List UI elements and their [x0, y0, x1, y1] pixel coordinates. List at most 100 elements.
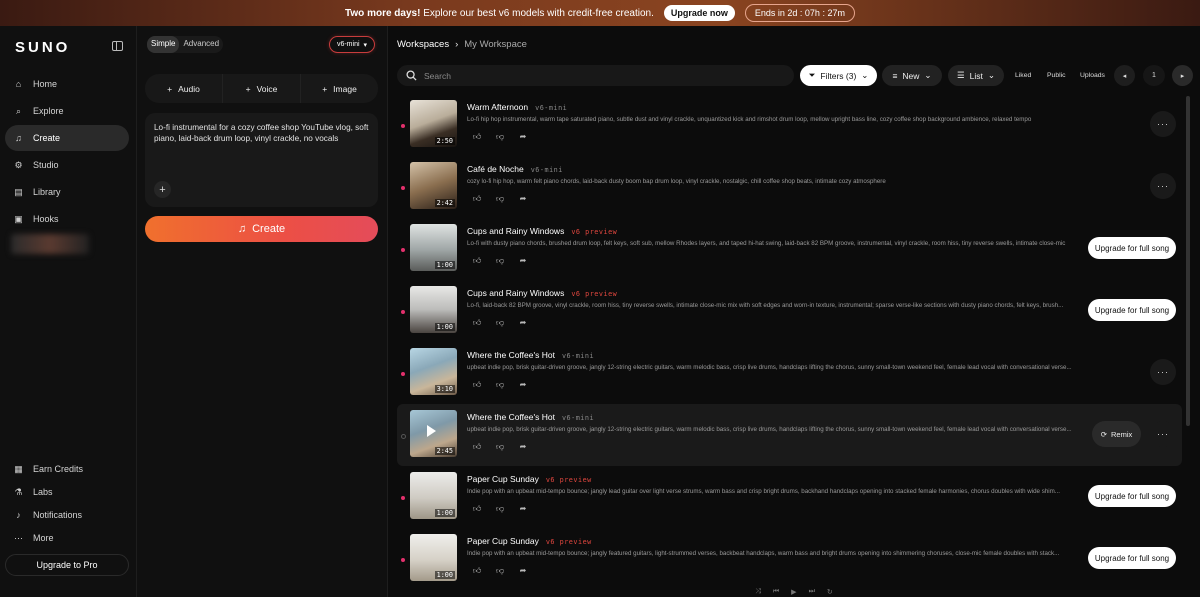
song-row[interactable]: 1:00 Paper Cup Sunday v6 preview Indie po… — [397, 528, 1182, 588]
song-actions: 👍︎ 👎︎ ➦ — [471, 566, 529, 576]
thumbs-down-icon[interactable]: 👎︎ — [494, 318, 506, 328]
more-options-button[interactable]: ··· — [1150, 359, 1176, 385]
create-button[interactable]: ♫ Create — [145, 216, 378, 242]
filters-button[interactable]: ⏷ Filters (3) ⌄ — [800, 65, 877, 86]
share-icon[interactable]: ➦ — [517, 132, 529, 142]
sidebar-item-library[interactable]: ▤ Library — [5, 179, 129, 205]
tab-audio[interactable]: + Audio — [145, 74, 223, 103]
prev-page-button[interactable]: ◂ — [1114, 65, 1135, 86]
song-cover[interactable]: 2:45 — [410, 410, 457, 457]
crumb-workspaces[interactable]: Workspaces — [397, 39, 449, 50]
thumbs-up-icon[interactable]: 👍︎ — [471, 318, 483, 328]
upgrade-to-pro-button[interactable]: Upgrade to Pro — [5, 554, 129, 576]
more-options-button[interactable]: ··· — [1150, 421, 1176, 447]
more-options-button[interactable]: ··· — [1150, 173, 1176, 199]
thumbs-down-icon[interactable]: 👎︎ — [494, 256, 506, 266]
next-icon[interactable]: ⏭ — [809, 588, 815, 597]
thumbs-down-icon[interactable]: 👎︎ — [494, 132, 506, 142]
next-page-button[interactable]: ▸ — [1172, 65, 1193, 86]
song-row[interactable]: 1:00 Cups and Rainy Windows v6 preview Lo… — [397, 280, 1182, 342]
repeat-icon[interactable]: ↻ — [827, 588, 833, 597]
sidebar-item-explore[interactable]: ⌕ Explore — [5, 98, 129, 124]
song-cover[interactable]: 1:00 — [410, 286, 457, 333]
play-icon[interactable] — [427, 425, 436, 437]
song-title[interactable]: Cups and Rainy Windows — [467, 226, 564, 236]
toggle-liked[interactable]: Liked — [1015, 65, 1031, 86]
song-row[interactable]: 1:00 Cups and Rainy Windows v6 preview Lo… — [397, 218, 1182, 280]
view-button[interactable]: ☰ List ⌄ — [948, 65, 1004, 86]
thumbs-up-icon[interactable]: 👍︎ — [471, 566, 483, 576]
sidebar-item-studio[interactable]: ⚙ Studio — [5, 152, 129, 178]
mode-simple[interactable]: Simple — [147, 36, 180, 53]
sort-button[interactable]: ≡ New ⌄ — [882, 65, 942, 86]
sidebar-toggle-icon[interactable] — [112, 41, 123, 51]
song-title[interactable]: Where the Coffee's Hot — [467, 350, 555, 360]
song-title[interactable]: Where the Coffee's Hot — [467, 412, 555, 422]
song-cover[interactable]: 1:00 — [410, 224, 457, 271]
share-icon[interactable]: ➦ — [517, 194, 529, 204]
song-row[interactable]: 2:42 Café de Noche v6-mini cozy lo-fi hip… — [397, 156, 1182, 218]
thumbs-up-icon[interactable]: 👍︎ — [471, 194, 483, 204]
share-icon[interactable]: ➦ — [517, 566, 529, 576]
tab-voice[interactable]: + Voice — [223, 74, 301, 103]
workspace-panel: Workspaces › My Workspace Search ⏷ Filter… — [388, 26, 1200, 597]
share-icon[interactable]: ➦ — [517, 504, 529, 514]
song-title[interactable]: Café de Noche — [467, 164, 524, 174]
song-cover[interactable]: 2:42 — [410, 162, 457, 209]
more-options-button[interactable]: ··· — [1150, 111, 1176, 137]
sidebar-item-home[interactable]: ⌂ Home — [5, 71, 129, 97]
thumbs-up-icon[interactable]: 👍︎ — [471, 504, 483, 514]
toggle-uploads[interactable]: Uploads — [1080, 65, 1105, 86]
song-description: Lo-fi with dusty piano chords, brushed d… — [467, 240, 1066, 247]
play-icon[interactable]: ▶ — [791, 588, 796, 597]
shuffle-icon[interactable]: ⤨ — [755, 588, 761, 597]
song-title[interactable]: Cups and Rainy Windows — [467, 288, 564, 298]
thumbs-down-icon[interactable]: 👎︎ — [494, 566, 506, 576]
song-cover[interactable]: 3:10 — [410, 348, 457, 395]
thumbs-down-icon[interactable]: 👎︎ — [494, 194, 506, 204]
thumbs-down-icon[interactable]: 👎︎ — [494, 442, 506, 452]
song-row[interactable]: 2:45 Where the Coffee's Hot v6-mini upbea… — [397, 404, 1182, 466]
prompt-input[interactable]: Lo-fi instrumental for a cozy coffee sho… — [145, 113, 378, 207]
sidebar-item-more[interactable]: ⋯ More — [5, 525, 129, 551]
share-icon[interactable]: ➦ — [517, 442, 529, 452]
share-icon[interactable]: ➦ — [517, 380, 529, 390]
sidebar-item-create[interactable]: ♫ Create — [5, 125, 129, 151]
suno-logo[interactable]: SUNO — [15, 39, 70, 56]
search-input[interactable]: Search — [397, 65, 794, 86]
song-cover[interactable]: 1:00 — [410, 534, 457, 581]
share-icon[interactable]: ➦ — [517, 318, 529, 328]
sidebar-item-label: Earn Credits — [33, 464, 84, 474]
song-cover[interactable]: 1:00 — [410, 472, 457, 519]
song-cover[interactable]: 2:50 — [410, 100, 457, 147]
thumbs-up-icon[interactable]: 👍︎ — [471, 256, 483, 266]
sidebar-item-hooks[interactable]: ▣ Hooks — [5, 206, 129, 232]
song-row[interactable]: 2:50 Warm Afternoon v6-mini Lo-fi hip hop… — [397, 94, 1182, 156]
thumbs-down-icon[interactable]: 👎︎ — [494, 380, 506, 390]
upgrade-now-button[interactable]: Upgrade now — [663, 5, 735, 21]
upgrade-full-song-button[interactable]: Upgrade for full song — [1088, 237, 1176, 259]
thumbs-up-icon[interactable]: 👍︎ — [471, 380, 483, 390]
thumbs-down-icon[interactable]: 👎︎ — [494, 504, 506, 514]
upgrade-full-song-button[interactable]: Upgrade for full song — [1088, 485, 1176, 507]
share-icon[interactable]: ➦ — [517, 256, 529, 266]
mode-advanced[interactable]: Advanced — [179, 36, 223, 53]
song-row[interactable]: 3:10 Where the Coffee's Hot v6-mini upbea… — [397, 342, 1182, 404]
model-select[interactable]: v6-mini ▾ — [329, 36, 375, 53]
toggle-public[interactable]: Public — [1047, 65, 1066, 86]
select-checkbox[interactable] — [401, 434, 406, 439]
thumbs-up-icon[interactable]: 👍︎ — [471, 442, 483, 452]
song-title[interactable]: Warm Afternoon — [467, 102, 528, 112]
thumbs-up-icon[interactable]: 👍︎ — [471, 132, 483, 142]
song-row[interactable]: 1:00 Paper Cup Sunday v6 preview Indie po… — [397, 466, 1182, 528]
add-attachment-button[interactable]: + — [154, 181, 171, 198]
song-description: Indie pop with an upbeat mid-tempo bounc… — [467, 550, 1060, 557]
upgrade-full-song-button[interactable]: Upgrade for full song — [1088, 547, 1176, 569]
scrollbar[interactable] — [1186, 96, 1190, 426]
song-title[interactable]: Paper Cup Sunday — [467, 474, 539, 484]
prev-icon[interactable]: ⏮ — [773, 588, 779, 597]
remix-button[interactable]: ⟳ Remix — [1092, 421, 1141, 447]
upgrade-full-song-button[interactable]: Upgrade for full song — [1088, 299, 1176, 321]
tab-image[interactable]: + Image — [301, 74, 378, 103]
song-title[interactable]: Paper Cup Sunday — [467, 536, 539, 546]
